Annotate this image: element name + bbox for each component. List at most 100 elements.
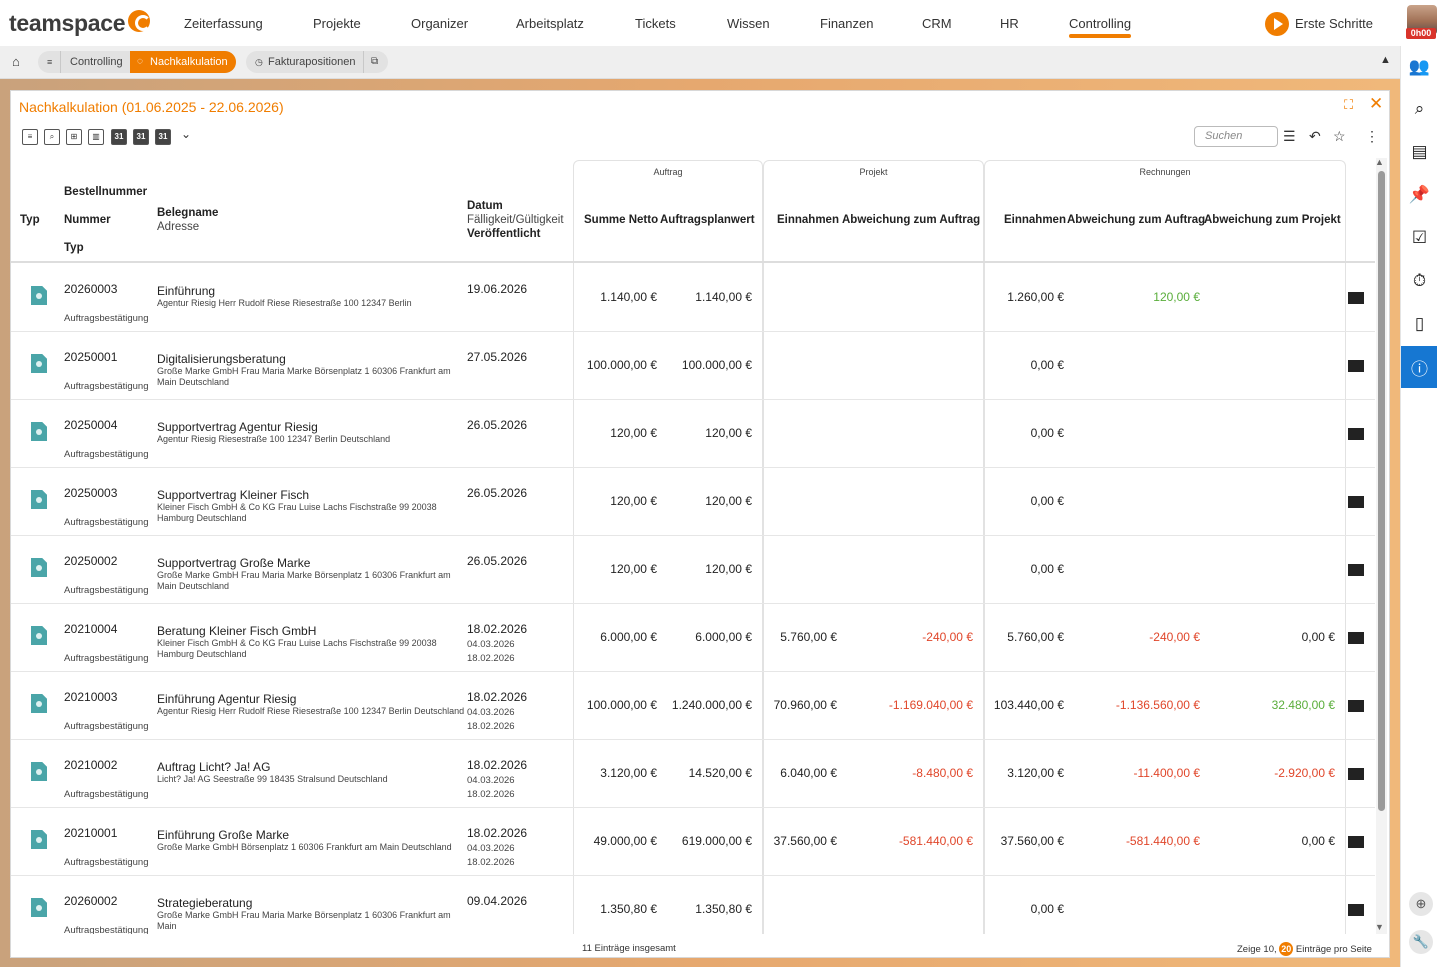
- table-row[interactable]: 20250001 Auftragsbestätigung Digitalisieru…: [11, 332, 1375, 400]
- grid-menu-icon[interactable]: [1348, 428, 1364, 440]
- order-document-icon[interactable]: [31, 626, 47, 645]
- grid-menu-icon[interactable]: [1348, 564, 1364, 576]
- cell-belegname[interactable]: Supportvertrag Große Marke: [157, 556, 310, 570]
- more-vertical-icon[interactable]: ⋮: [1365, 128, 1379, 145]
- order-document-icon[interactable]: [31, 422, 47, 441]
- scroll-up-arrow[interactable]: ▲: [1375, 157, 1384, 167]
- nav-controlling[interactable]: Controlling: [1069, 16, 1132, 38]
- app-logo[interactable]: teamspace: [9, 10, 126, 37]
- col-header-typ-2[interactable]: Typ: [64, 242, 84, 254]
- inbox-icon[interactable]: ▤: [1401, 131, 1437, 173]
- order-document-icon[interactable]: [31, 490, 47, 509]
- table-row[interactable]: 20260003 Auftragsbestätigung Einführung Age…: [11, 264, 1375, 332]
- cell-belegname[interactable]: Auftrag Licht? Ja! AG: [157, 760, 270, 774]
- first-steps-link[interactable]: Erste Schritte: [1295, 16, 1373, 31]
- order-document-icon[interactable]: [31, 762, 47, 781]
- search-input[interactable]: Suchen: [1194, 126, 1278, 147]
- star-icon[interactable]: ☆: [1333, 128, 1346, 145]
- col-header-summe-netto[interactable]: Summe Netto: [584, 214, 658, 226]
- detail-view-icon[interactable]: ⌕: [44, 129, 60, 145]
- grid-menu-icon[interactable]: [1348, 632, 1364, 644]
- col-header-typ[interactable]: Typ: [20, 214, 40, 226]
- col-header-rechnungen-einnahmen[interactable]: Einnahmen: [1004, 214, 1066, 226]
- table-row[interactable]: 20210003 Auftragsbestätigung Einführung Ag…: [11, 672, 1375, 740]
- order-document-icon[interactable]: [31, 694, 47, 713]
- filter-icon[interactable]: ☰: [1283, 128, 1296, 145]
- open-external-icon[interactable]: ⧉: [363, 51, 378, 73]
- calendar-week-icon[interactable]: 31: [133, 129, 149, 145]
- grid-menu-icon[interactable]: [1348, 768, 1364, 780]
- nav-hr[interactable]: HR: [1000, 16, 1019, 31]
- breadcrumb-controlling[interactable]: Controlling: [60, 51, 123, 73]
- col-header-veroeffentlicht[interactable]: Veröffentlicht: [467, 228, 540, 240]
- play-icon[interactable]: [1265, 12, 1289, 36]
- chevron-down-icon[interactable]: ⌄: [181, 127, 191, 141]
- close-icon[interactable]: ✕: [1369, 94, 1383, 114]
- nav-finanzen[interactable]: Finanzen: [820, 16, 873, 31]
- tasks-icon[interactable]: ☑: [1401, 217, 1437, 259]
- table-row[interactable]: 20250003 Auftragsbestätigung Supportvertra…: [11, 468, 1375, 536]
- cell-belegname[interactable]: Strategieberatung: [157, 896, 252, 910]
- table-row[interactable]: 20210001 Auftragsbestätigung Einführung Gr…: [11, 808, 1375, 876]
- nav-tickets[interactable]: Tickets: [635, 16, 676, 31]
- timer-badge[interactable]: 0h00: [1406, 28, 1436, 39]
- nav-projekte[interactable]: Projekte: [313, 16, 361, 31]
- col-header-faelligkeit[interactable]: Fälligkeit/Gültigkeit: [467, 214, 564, 226]
- scroll-down-arrow[interactable]: ▼: [1375, 922, 1384, 932]
- nav-wissen[interactable]: Wissen: [727, 16, 770, 31]
- order-document-icon[interactable]: [31, 898, 47, 917]
- info-icon[interactable]: ⓘ: [1401, 346, 1437, 388]
- tile-view-icon[interactable]: ⊞: [66, 129, 82, 145]
- mobile-icon[interactable]: ▯: [1401, 303, 1437, 345]
- col-header-datum[interactable]: Datum: [467, 200, 503, 212]
- order-document-icon[interactable]: [31, 354, 47, 373]
- table-row[interactable]: 20210002 Auftragsbestätigung Auftrag Licht…: [11, 740, 1375, 808]
- menu-icon[interactable]: ≡: [47, 51, 52, 73]
- grid-menu-icon[interactable]: [1348, 360, 1364, 372]
- home-icon[interactable]: ⌂: [12, 54, 20, 69]
- page-size-10[interactable]: 10: [1263, 944, 1274, 955]
- order-document-icon[interactable]: [31, 830, 47, 849]
- col-header-rechnungen-abw-projekt[interactable]: Abweichung zum Projekt: [1204, 214, 1341, 226]
- wrench-icon[interactable]: 🔧: [1409, 930, 1433, 954]
- table-row[interactable]: 20260002 Auftragsbestätigung Strategiebera…: [11, 876, 1375, 934]
- col-header-adresse[interactable]: Adresse: [157, 221, 199, 233]
- breadcrumb-fakturapositionen[interactable]: Fakturapositionen: [268, 51, 355, 73]
- search-icon[interactable]: ⌕: [1401, 88, 1437, 130]
- table-row[interactable]: 20210004 Auftragsbestätigung Beratung Klei…: [11, 604, 1375, 672]
- grid-menu-icon[interactable]: [1348, 904, 1364, 916]
- cell-belegname[interactable]: Digitalisierungsberatung: [157, 352, 286, 366]
- table-row[interactable]: 20250002 Auftragsbestätigung Supportvertra…: [11, 536, 1375, 604]
- calendar-month-icon[interactable]: 31: [155, 129, 171, 145]
- cell-belegname[interactable]: Einführung Agentur Riesig: [157, 692, 296, 706]
- collapse-up-icon[interactable]: ▲: [1380, 54, 1391, 66]
- chart-view-icon[interactable]: ▥: [88, 129, 104, 145]
- grid-menu-icon[interactable]: [1348, 496, 1364, 508]
- col-header-bestellnummer[interactable]: Bestellnummer: [64, 186, 147, 198]
- stopwatch-icon[interactable]: ⏱: [1401, 260, 1437, 302]
- grid-menu-icon[interactable]: [1348, 292, 1364, 304]
- list-view-icon[interactable]: ≡: [22, 129, 38, 145]
- nav-organizer[interactable]: Organizer: [411, 16, 468, 31]
- nav-crm[interactable]: CRM: [922, 16, 952, 31]
- cell-belegname[interactable]: Supportvertrag Agentur Riesig: [157, 420, 318, 434]
- scrollbar-thumb[interactable]: [1378, 171, 1385, 811]
- col-header-nummer[interactable]: Nummer: [64, 214, 111, 226]
- calendar-day-icon[interactable]: 31: [111, 129, 127, 145]
- cell-belegname[interactable]: Beratung Kleiner Fisch GmbH: [157, 624, 316, 638]
- cell-belegname[interactable]: Supportvertrag Kleiner Fisch: [157, 488, 309, 502]
- breadcrumb-nachkalkulation[interactable]: Nachkalkulation: [130, 51, 236, 73]
- order-document-icon[interactable]: [31, 558, 47, 577]
- grid-menu-icon[interactable]: [1348, 836, 1364, 848]
- order-document-icon[interactable]: [31, 286, 47, 305]
- col-header-auftragsplanwert[interactable]: Auftragsplanwert: [660, 214, 755, 226]
- nav-zeiterfassung[interactable]: Zeiterfassung: [184, 16, 263, 31]
- cell-belegname[interactable]: Einführung Große Marke: [157, 828, 289, 842]
- col-header-projekt-einnahmen[interactable]: Einnahmen: [777, 214, 839, 226]
- pin-icon[interactable]: 📌: [1401, 174, 1437, 216]
- add-circle-icon[interactable]: ⊕: [1409, 892, 1433, 916]
- maximize-icon[interactable]: ⛶: [1344, 97, 1353, 113]
- contacts-icon[interactable]: 👥: [1401, 46, 1437, 88]
- page-size-20[interactable]: 20: [1279, 942, 1294, 956]
- cell-belegname[interactable]: Einführung: [157, 284, 215, 298]
